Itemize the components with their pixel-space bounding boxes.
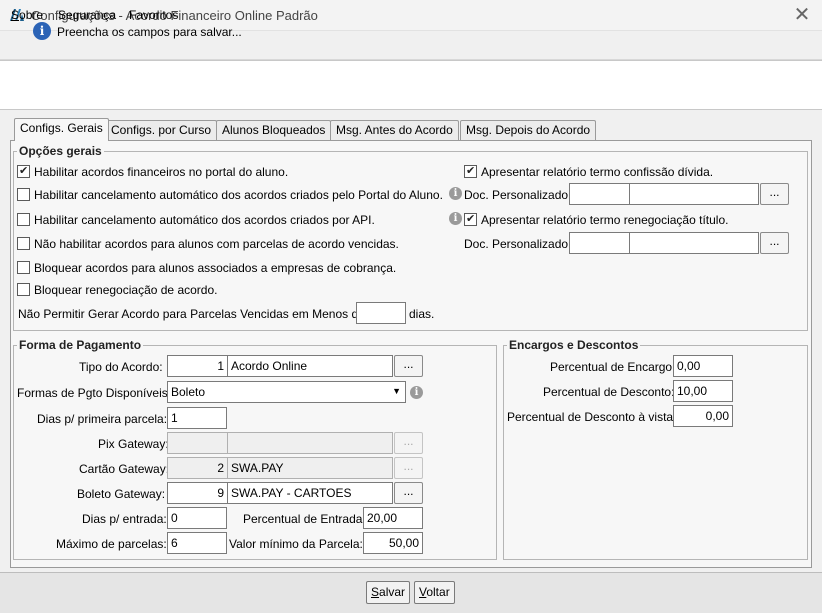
percentual-desconto-label: Percentual de Desconto:	[543, 385, 675, 399]
dias-entrada-label: Dias p/ entrada:	[82, 512, 167, 526]
cancel-portal-label: Habilitar cancelamento automático dos ac…	[34, 188, 443, 202]
max-parcelas-label: Máximo de parcelas:	[56, 537, 167, 551]
info-hint-icon: i	[410, 386, 423, 399]
forma-pagamento-title: Forma de Pagamento	[17, 338, 144, 352]
renegociacao-checkbox[interactable]	[464, 212, 477, 226]
info-hint-icon: i	[449, 187, 462, 200]
menu-seguranca[interactable]: Segurança	[58, 8, 116, 22]
confissao-divida-label: Apresentar relatório termo confissão dív…	[481, 165, 714, 179]
dias-entrada-input[interactable]: 0	[167, 507, 227, 529]
info-icon: i	[33, 22, 51, 40]
valor-minimo-label: Valor mínimo da Parcela:	[229, 537, 363, 551]
cancel-api-checkbox[interactable]	[17, 213, 30, 226]
renegociacao-label: Apresentar relatório termo renegociação …	[481, 213, 729, 227]
boleto-gateway-browse-button[interactable]: ...	[394, 482, 423, 504]
habilitar-acordos-checkbox[interactable]	[17, 164, 30, 178]
cartao-gateway-code-input[interactable]: 2	[167, 457, 228, 479]
percentual-encargo-input[interactable]: 0,00	[673, 355, 733, 377]
boleto-gateway-desc-input[interactable]: SWA.PAY - CARTOES	[227, 482, 393, 504]
doc-personalizado-label: Doc. Personalizado:	[464, 188, 572, 202]
percentual-entrada-input[interactable]: 20,00	[363, 507, 423, 529]
percentual-desconto-input[interactable]: 10,00	[673, 380, 733, 402]
info-message: Preencha os campos para salvar...	[57, 25, 242, 39]
doc1-browse-button[interactable]: ...	[760, 183, 789, 205]
pix-gateway-label: Pix Gateway:	[98, 437, 169, 451]
bloquear-reneg-label: Bloquear renegociação de acordo.	[34, 283, 218, 297]
tab-msg-antes[interactable]: Msg. Antes do Acordo	[330, 120, 459, 140]
nao-habilitar-label: Não habilitar acordos para alunos com pa…	[34, 237, 399, 251]
bloquear-empresas-checkbox[interactable]	[17, 261, 30, 274]
pix-gateway-browse-button[interactable]: ...	[394, 432, 423, 454]
doc1-code-input[interactable]	[569, 183, 630, 205]
save-button[interactable]: Salvar	[366, 581, 411, 604]
tab-configs-por-curso[interactable]: Configs. por Curso	[105, 120, 218, 140]
tab-msg-depois[interactable]: Msg. Depois do Acordo	[460, 120, 597, 140]
menu-sobre[interactable]: Sobre	[11, 8, 43, 22]
formas-pgto-label: Formas de Pgto Disponíveis:	[17, 386, 172, 400]
footer-bar	[0, 572, 822, 613]
percentual-entrada-label: Percentual de Entrada:	[243, 512, 366, 526]
formas-pgto-select[interactable]: Boleto ▼	[167, 381, 406, 403]
info-bar	[0, 60, 822, 110]
bloquear-reneg-checkbox[interactable]	[17, 283, 30, 296]
encargos-descontos-title: Encargos e Descontos	[507, 338, 641, 352]
valor-minimo-input[interactable]: 50,00	[363, 532, 423, 554]
tab-alunos-bloqueados[interactable]: Alunos Bloqueados	[216, 120, 332, 140]
tipo-acordo-browse-button[interactable]: ...	[394, 355, 423, 377]
dias-suffix: dias.	[409, 307, 435, 321]
pix-gateway-code-input[interactable]	[167, 432, 228, 454]
tipo-acordo-label: Tipo do Acordo:	[79, 360, 163, 374]
percentual-encargo-label: Percentual de Encargo:	[550, 360, 676, 374]
tipo-acordo-desc-input[interactable]: Acordo Online	[227, 355, 393, 377]
dias-minimos-input[interactable]	[356, 302, 406, 324]
chevron-down-icon: ▼	[392, 386, 401, 396]
boleto-gateway-label: Boleto Gateway:	[77, 487, 166, 501]
pix-gateway-desc-input[interactable]	[227, 432, 393, 454]
menu-favoritos[interactable]: Favoritos	[129, 8, 178, 22]
dias-minimos-label: Não Permitir Gerar Acordo para Parcelas …	[18, 307, 365, 321]
back-button[interactable]: Voltar	[414, 581, 455, 604]
habilitar-acordos-label: Habilitar acordos financeiros no portal …	[34, 165, 289, 179]
cartao-gateway-browse-button[interactable]: ...	[394, 457, 423, 479]
nao-habilitar-checkbox[interactable]	[17, 237, 30, 250]
info-hint-icon: i	[449, 212, 462, 225]
cartao-gateway-label: Cartão Gateway:	[79, 462, 170, 476]
cancel-api-label: Habilitar cancelamento automático dos ac…	[34, 213, 375, 227]
bloquear-empresas-label: Bloquear acordos para alunos associados …	[34, 261, 397, 275]
doc-personalizado-label: Doc. Personalizado:	[464, 237, 572, 251]
tipo-acordo-code-input[interactable]: 1	[167, 355, 228, 377]
max-parcelas-input[interactable]: 6	[167, 532, 227, 554]
doc2-desc-input[interactable]	[629, 232, 759, 254]
confissao-divida-checkbox[interactable]	[464, 164, 477, 178]
desconto-vista-label: Percentual de Desconto à vista:	[507, 410, 677, 424]
doc2-code-input[interactable]	[569, 232, 630, 254]
boleto-gateway-code-input[interactable]: 9	[167, 482, 228, 504]
cartao-gateway-desc-input[interactable]: SWA.PAY	[227, 457, 393, 479]
encargos-descontos-group	[503, 345, 808, 560]
cancel-portal-checkbox[interactable]	[17, 188, 30, 201]
dias-primeira-input[interactable]: 1	[167, 407, 227, 429]
dias-primeira-label: Dias p/ primeira parcela:	[37, 412, 168, 426]
doc2-browse-button[interactable]: ...	[760, 232, 789, 254]
doc1-desc-input[interactable]	[629, 183, 759, 205]
close-icon[interactable]: ✕	[790, 3, 814, 27]
opcoes-gerais-title: Opções gerais	[17, 144, 104, 158]
desconto-vista-input[interactable]: 0,00	[673, 405, 733, 427]
tab-configs-gerais[interactable]: Configs. Gerais	[14, 118, 109, 141]
